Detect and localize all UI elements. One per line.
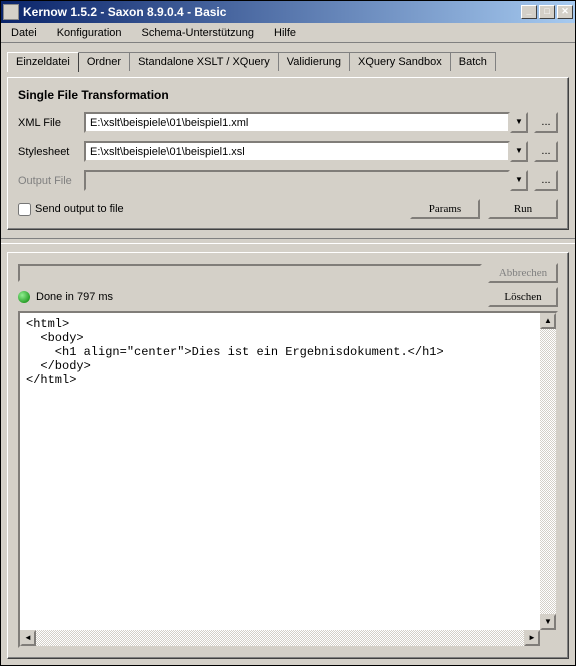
status-text: Done in 797 ms <box>36 291 482 303</box>
tab-einzeldatei[interactable]: Einzeldatei <box>7 52 79 72</box>
close-button[interactable]: ✕ <box>557 5 573 19</box>
abbrechen-button: Abbrechen <box>488 263 558 283</box>
section-title: Single File Transformation <box>18 88 558 102</box>
stylesheet-browse[interactable]: ... <box>534 141 558 162</box>
tab-ordner[interactable]: Ordner <box>78 52 130 71</box>
xml-file-browse[interactable]: ... <box>534 112 558 133</box>
menu-hilfe[interactable]: Hilfe <box>270 25 300 41</box>
progress-bar <box>18 264 482 282</box>
stylesheet-input[interactable] <box>84 141 510 162</box>
run-button[interactable]: Run <box>488 199 558 219</box>
xml-file-input[interactable] <box>84 112 510 133</box>
menu-datei[interactable]: Datei <box>7 25 41 41</box>
send-output-label: Send output to file <box>35 203 124 215</box>
tab-validierung[interactable]: Validierung <box>278 52 350 71</box>
vertical-scrollbar[interactable]: ▲ ▼ <box>540 313 556 630</box>
status-icon <box>18 291 30 303</box>
send-output-checkbox[interactable]: Send output to file <box>18 203 402 216</box>
output-file-dropdown[interactable]: ▼ <box>510 170 528 191</box>
tab-bar: Einzeldatei Ordner Standalone XSLT / XQu… <box>7 49 569 71</box>
tab-standalone[interactable]: Standalone XSLT / XQuery <box>129 52 279 71</box>
output-content[interactable]: <html> <body> <h1 align="center">Dies is… <box>20 313 556 646</box>
menu-konfiguration[interactable]: Konfiguration <box>53 25 126 41</box>
xml-file-label: XML File <box>18 117 78 129</box>
scroll-left-icon[interactable]: ◄ <box>20 630 36 646</box>
scroll-track-h[interactable] <box>36 630 524 646</box>
loeschen-button[interactable]: Löschen <box>488 287 558 307</box>
output-panel: Abbrechen Done in 797 ms Löschen <html> … <box>7 252 569 659</box>
scroll-right-icon[interactable]: ► <box>524 630 540 646</box>
stylesheet-dropdown[interactable]: ▼ <box>510 141 528 162</box>
panel-divider <box>1 238 575 244</box>
menubar: Datei Konfiguration Schema-Unterstützung… <box>1 23 575 43</box>
output-file-browse[interactable]: ... <box>534 170 558 191</box>
horizontal-scrollbar[interactable]: ◄ ► <box>20 630 540 646</box>
tab-sandbox[interactable]: XQuery Sandbox <box>349 52 451 71</box>
tab-batch[interactable]: Batch <box>450 52 496 71</box>
app-icon <box>3 4 19 20</box>
output-area: <html> <body> <h1 align="center">Dies is… <box>18 311 558 648</box>
stylesheet-label: Stylesheet <box>18 146 78 158</box>
xml-file-dropdown[interactable]: ▼ <box>510 112 528 133</box>
minimize-button[interactable]: _ <box>521 5 537 19</box>
transformation-panel: Single File Transformation XML File ▼ ..… <box>7 77 569 230</box>
scroll-down-icon[interactable]: ▼ <box>540 614 556 630</box>
output-file-label: Output File <box>18 175 78 187</box>
titlebar: Kernow 1.5.2 - Saxon 8.9.0.4 - Basic _ □… <box>1 1 575 23</box>
menu-schema[interactable]: Schema-Unterstützung <box>138 25 259 41</box>
main-window: Kernow 1.5.2 - Saxon 8.9.0.4 - Basic _ □… <box>0 0 576 666</box>
scroll-up-icon[interactable]: ▲ <box>540 313 556 329</box>
scroll-track-v[interactable] <box>540 329 556 614</box>
output-file-input <box>84 170 510 191</box>
send-output-checkbox-input[interactable] <box>18 203 31 216</box>
scroll-corner <box>540 630 556 646</box>
params-button[interactable]: Params <box>410 199 480 219</box>
maximize-button[interactable]: □ <box>539 5 555 19</box>
window-title: Kernow 1.5.2 - Saxon 8.9.0.4 - Basic <box>23 5 521 19</box>
